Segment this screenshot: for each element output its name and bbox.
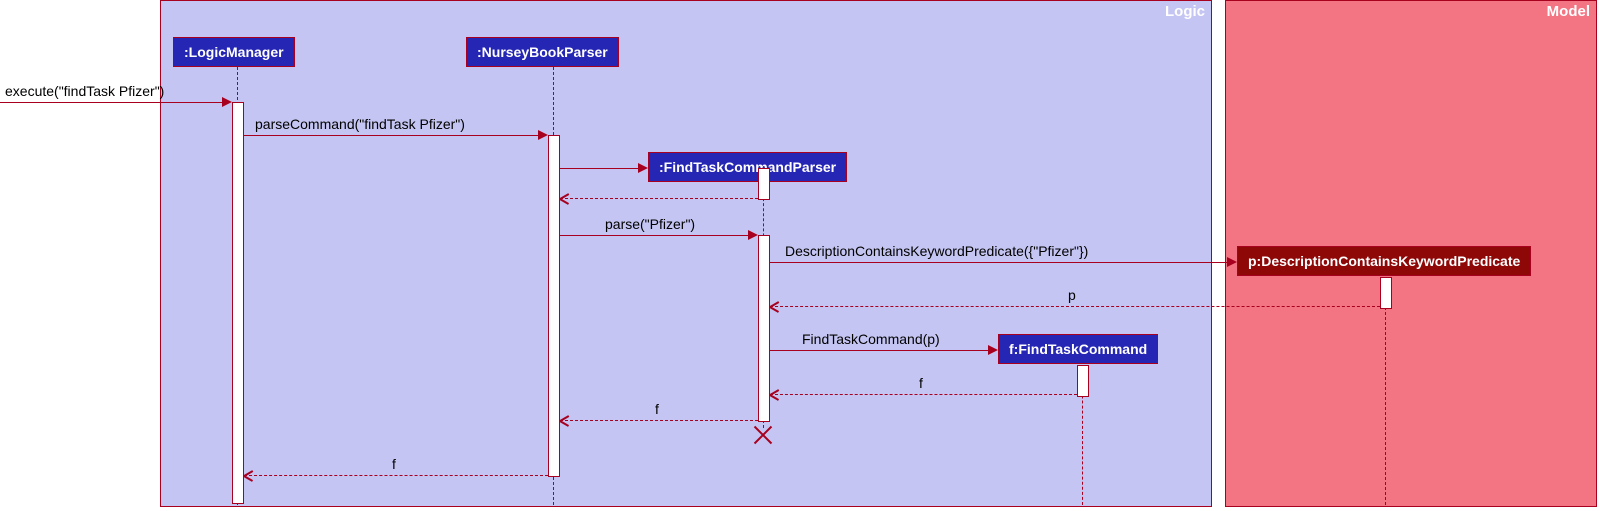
arrowhead-create-parser: [638, 163, 648, 173]
arrow-return-f3: [244, 475, 548, 476]
lifeline-predicate: [1385, 277, 1386, 505]
msg-return-p: p: [1068, 287, 1076, 303]
arrow-execute: [0, 102, 222, 103]
activation-find-task-parser-2: [758, 235, 770, 422]
activation-logic-manager: [232, 102, 244, 504]
activation-find-task-command: [1077, 365, 1089, 397]
destroy-parser-icon: [753, 425, 773, 445]
frame-label-logic: Logic: [1165, 3, 1205, 20]
arrowhead-create-predicate: [1227, 257, 1237, 267]
msg-parse-command: parseCommand("findTask Pfizer"): [255, 116, 465, 132]
arrowhead-parse-command: [538, 130, 548, 140]
msg-predicate-ctor: DescriptionContainsKeywordPredicate({"Pf…: [785, 243, 1088, 259]
msg-parse: parse("Pfizer"): [605, 216, 695, 232]
activation-nursey-book-parser: [548, 135, 560, 477]
participant-find-task-command: f:FindTaskCommand: [998, 334, 1158, 364]
participant-find-task-command-parser: :FindTaskCommandParser: [648, 152, 847, 182]
frame-label-model: Model: [1547, 3, 1590, 20]
arrow-return-f1: [770, 394, 1077, 395]
arrowhead-parse: [748, 230, 758, 240]
participant-logic-manager: :LogicManager: [173, 37, 295, 67]
arrow-create-parser: [560, 168, 638, 169]
arrow-return-f2: [560, 420, 758, 421]
msg-return-f2: f: [655, 401, 659, 417]
arrowhead-create-command: [988, 345, 998, 355]
arrowhead-execute: [222, 97, 232, 107]
arrow-parse: [560, 235, 748, 236]
activation-find-task-parser-1: [758, 168, 770, 200]
participant-predicate: p:DescriptionContainsKeywordPredicate: [1237, 246, 1531, 276]
activation-predicate: [1380, 277, 1392, 309]
msg-find-task-cmd-ctor: FindTaskCommand(p): [802, 331, 940, 347]
arrow-return-p: [770, 306, 1380, 307]
participant-nursey-book-parser: :NurseyBookParser: [466, 37, 619, 67]
arrow-parse-command: [244, 135, 538, 136]
msg-return-f1: f: [919, 375, 923, 391]
msg-execute: execute("findTask Pfizer"): [5, 83, 164, 99]
msg-return-f3: f: [392, 456, 396, 472]
arrow-create-predicate: [770, 262, 1227, 263]
arrow-create-command: [770, 350, 988, 351]
arrow-return-create-parser: [560, 198, 758, 199]
sequence-diagram: Logic Model :LogicManager :NurseyBookPar…: [0, 0, 1600, 511]
